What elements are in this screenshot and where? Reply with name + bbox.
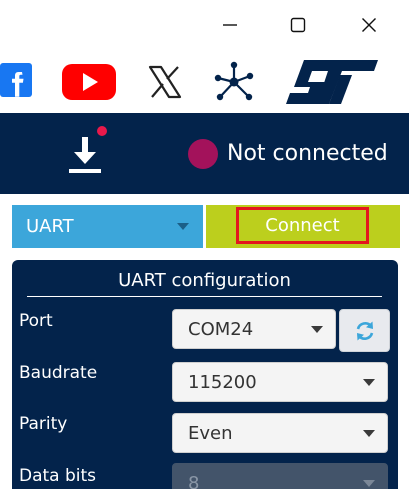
chevron-down-icon bbox=[177, 223, 189, 230]
youtube-icon bbox=[62, 64, 116, 100]
data-bits-value: 8 bbox=[188, 472, 200, 489]
port-label: Port bbox=[19, 311, 53, 331]
st-logo bbox=[286, 60, 378, 104]
maximize-icon bbox=[290, 17, 306, 33]
refresh-ports-button[interactable] bbox=[339, 309, 390, 352]
community-link[interactable] bbox=[211, 59, 257, 105]
panel-title-divider bbox=[27, 296, 382, 297]
baudrate-select[interactable]: 115200 bbox=[172, 362, 388, 402]
parity-select[interactable]: Even bbox=[172, 413, 388, 453]
x-icon bbox=[148, 65, 182, 99]
x-link[interactable] bbox=[145, 62, 185, 102]
download-icon bbox=[69, 126, 107, 173]
st-logo-link[interactable] bbox=[282, 56, 382, 106]
data-bits-select[interactable]: 8 bbox=[172, 463, 388, 489]
baudrate-label: Baudrate bbox=[19, 363, 98, 383]
minimize-button[interactable] bbox=[212, 8, 248, 42]
community-icon bbox=[214, 61, 254, 101]
maximize-button[interactable] bbox=[280, 8, 316, 42]
download-button[interactable] bbox=[64, 123, 112, 179]
parity-label: Parity bbox=[19, 414, 68, 434]
close-button[interactable] bbox=[351, 8, 387, 42]
connection-status-indicator bbox=[188, 139, 218, 169]
chevron-down-icon bbox=[311, 326, 323, 333]
parity-value: Even bbox=[188, 422, 233, 444]
chevron-down-icon bbox=[363, 379, 375, 386]
interface-mode-select[interactable]: UART bbox=[12, 205, 203, 248]
facebook-icon bbox=[0, 63, 32, 97]
chevron-down-icon bbox=[363, 430, 375, 437]
minimize-icon bbox=[223, 24, 237, 26]
connect-button[interactable]: Connect bbox=[236, 207, 369, 244]
data-bits-label: Data bits bbox=[19, 466, 97, 486]
connection-status-text: Not connected bbox=[227, 141, 388, 166]
refresh-icon bbox=[356, 321, 373, 340]
chevron-down-icon bbox=[363, 480, 375, 487]
panel-title: UART configuration bbox=[118, 270, 291, 291]
port-select[interactable]: COM24 bbox=[172, 309, 336, 349]
title-bar bbox=[0, 0, 409, 50]
close-icon bbox=[362, 18, 376, 32]
baudrate-value: 115200 bbox=[188, 371, 257, 393]
port-value: COM24 bbox=[188, 318, 254, 340]
youtube-link[interactable] bbox=[61, 62, 117, 102]
facebook-link[interactable] bbox=[0, 60, 34, 102]
social-bar bbox=[0, 50, 409, 113]
interface-mode-value: UART bbox=[26, 216, 74, 237]
